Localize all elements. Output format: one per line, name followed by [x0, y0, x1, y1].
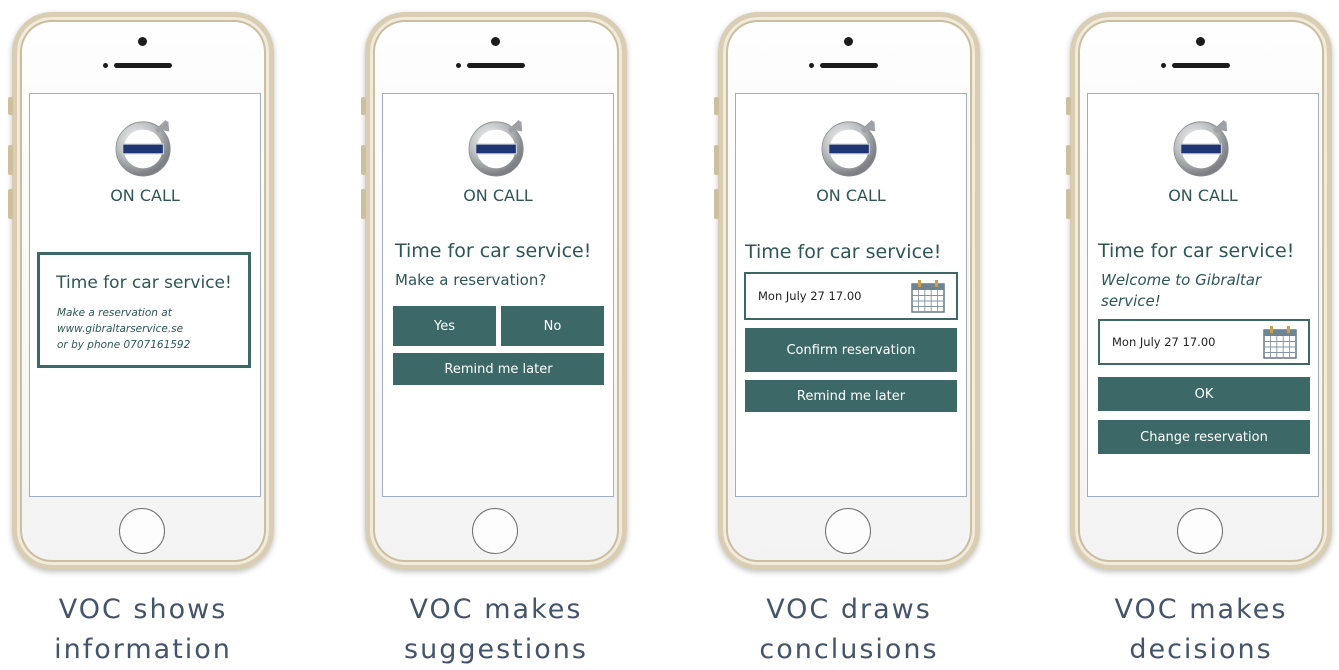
caption-4: VOC makes decisions: [1070, 590, 1332, 670]
volume-down-button: [361, 189, 366, 219]
confirm-reservation-button[interactable]: Confirm reservation: [745, 328, 957, 372]
sensor-icon: [456, 63, 461, 68]
phone-4: ON CALL Time for car service! Welcome to…: [1066, 12, 1332, 570]
caption-1: VOC shows information: [12, 590, 274, 670]
caption-line: VOC shows: [58, 594, 228, 625]
mute-switch: [8, 97, 13, 115]
home-button[interactable]: [119, 508, 165, 554]
no-button[interactable]: No: [501, 306, 604, 346]
caption-line: conclusions: [759, 634, 939, 665]
message-body: Make a reservation at www.gibraltarservi…: [57, 305, 190, 353]
volume-down-button: [1066, 189, 1071, 219]
remind-later-button[interactable]: Remind me later: [393, 353, 604, 385]
home-button[interactable]: [472, 508, 518, 554]
phone-screen: ON CALL Time for car service! Make a res…: [382, 93, 614, 497]
change-reservation-button[interactable]: Change reservation: [1098, 420, 1310, 454]
phone-screen: ON CALL Time for car service! Welcome to…: [1087, 93, 1319, 497]
welcome-message: Welcome to Gibraltar service!: [1101, 270, 1261, 312]
camera-icon: [844, 37, 853, 46]
caption-line: VOC makes: [409, 594, 583, 625]
camera-icon: [138, 37, 147, 46]
app-title: ON CALL: [816, 186, 886, 205]
camera-icon: [491, 37, 500, 46]
speaker-grille: [467, 63, 525, 68]
message-title: Time for car service!: [1098, 240, 1295, 262]
volvo-logo-icon: [114, 116, 176, 178]
sensor-icon: [1161, 63, 1166, 68]
calendar-icon[interactable]: [1262, 324, 1298, 360]
speaker-grille: [820, 63, 878, 68]
volvo-logo-icon: [467, 116, 529, 178]
info-message-box: Time for car service! Make a reservation…: [37, 252, 251, 368]
phone-2: ON CALL Time for car service! Make a res…: [361, 12, 627, 570]
sensor-icon: [809, 63, 814, 68]
caption-3: VOC draws conclusions: [718, 590, 980, 670]
remind-later-button[interactable]: Remind me later: [745, 380, 957, 412]
welcome-line: Welcome to Gibraltar: [1101, 271, 1262, 289]
sensor-icon: [103, 63, 108, 68]
app-title: ON CALL: [1168, 186, 1238, 205]
caption-line: VOC makes: [1114, 594, 1288, 625]
phone-1: ON CALL Time for car service! Make a res…: [8, 12, 274, 570]
app-title: ON CALL: [463, 186, 533, 205]
speaker-grille: [1172, 63, 1230, 68]
message-title: Time for car service!: [745, 241, 942, 263]
phone-screen: ON CALL Time for car service! Make a res…: [29, 93, 261, 497]
date-value: Mon July 27 17.00: [758, 289, 862, 303]
volume-up-button: [361, 145, 366, 175]
caption-line: suggestions: [404, 634, 588, 665]
home-button[interactable]: [1177, 508, 1223, 554]
phone-3: ON CALL Time for car service! Mon July 2…: [714, 12, 980, 570]
date-value: Mon July 27 17.00: [1112, 335, 1216, 349]
mute-switch: [361, 97, 366, 115]
message-line: Make a reservation at: [57, 307, 172, 319]
mute-switch: [714, 97, 719, 115]
volvo-logo-icon: [820, 116, 882, 178]
volume-up-button: [1066, 145, 1071, 175]
caption-line: decisions: [1129, 634, 1273, 665]
phone-screen: ON CALL Time for car service! Mon July 2…: [735, 93, 967, 497]
message-line: or by phone 0707161592: [57, 339, 191, 351]
message-link[interactable]: www.gibraltarservice.se: [57, 321, 190, 337]
message-title: Time for car service!: [395, 240, 592, 262]
speaker-grille: [114, 63, 172, 68]
caption-2: VOC makes suggestions: [365, 590, 627, 670]
volume-up-button: [8, 145, 13, 175]
caption-line: information: [54, 634, 232, 665]
message-title: Time for car service!: [56, 273, 232, 293]
date-time-field[interactable]: Mon July 27 17.00: [744, 272, 958, 320]
calendar-icon[interactable]: [910, 278, 946, 314]
yes-button[interactable]: Yes: [393, 306, 496, 346]
home-button[interactable]: [825, 508, 871, 554]
date-time-field[interactable]: Mon July 27 17.00: [1098, 319, 1310, 365]
volume-down-button: [8, 189, 13, 219]
volume-down-button: [714, 189, 719, 219]
volvo-logo-icon: [1172, 116, 1234, 178]
question-text: Make a reservation?: [395, 271, 547, 289]
ok-button[interactable]: OK: [1098, 377, 1310, 411]
mute-switch: [1066, 97, 1071, 115]
app-title: ON CALL: [110, 186, 180, 205]
welcome-line: service!: [1101, 292, 1161, 310]
volume-up-button: [714, 145, 719, 175]
camera-icon: [1196, 37, 1205, 46]
caption-line: VOC draws: [766, 594, 932, 625]
